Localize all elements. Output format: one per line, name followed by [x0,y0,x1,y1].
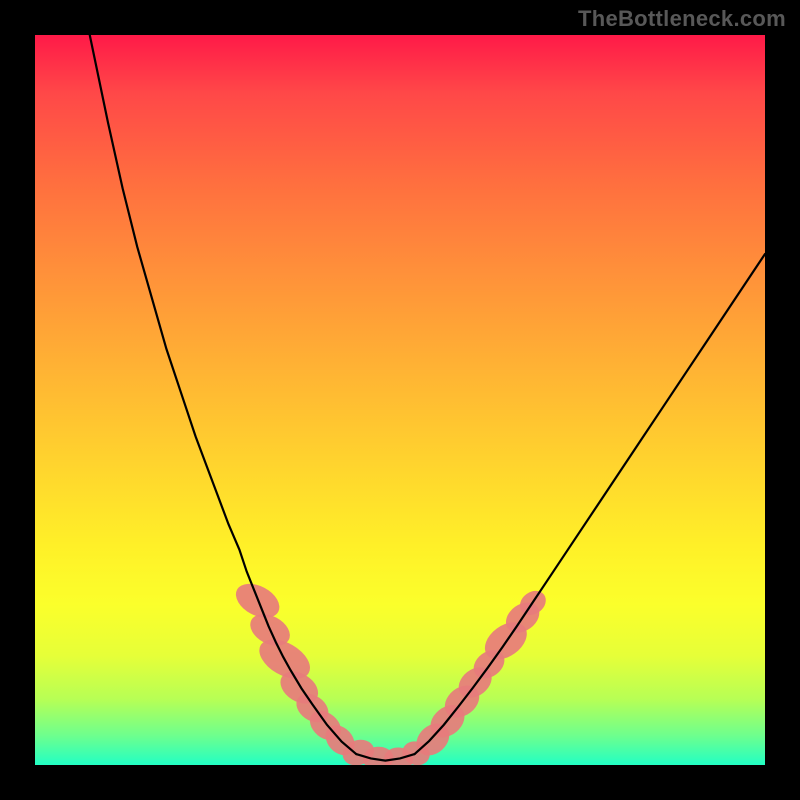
chart-svg [35,35,765,765]
watermark-label: TheBottleneck.com [578,6,786,32]
chart-frame: TheBottleneck.com [0,0,800,800]
left-curve [90,35,356,754]
highlight-blobs-group [230,577,550,765]
plot-area [35,35,765,765]
